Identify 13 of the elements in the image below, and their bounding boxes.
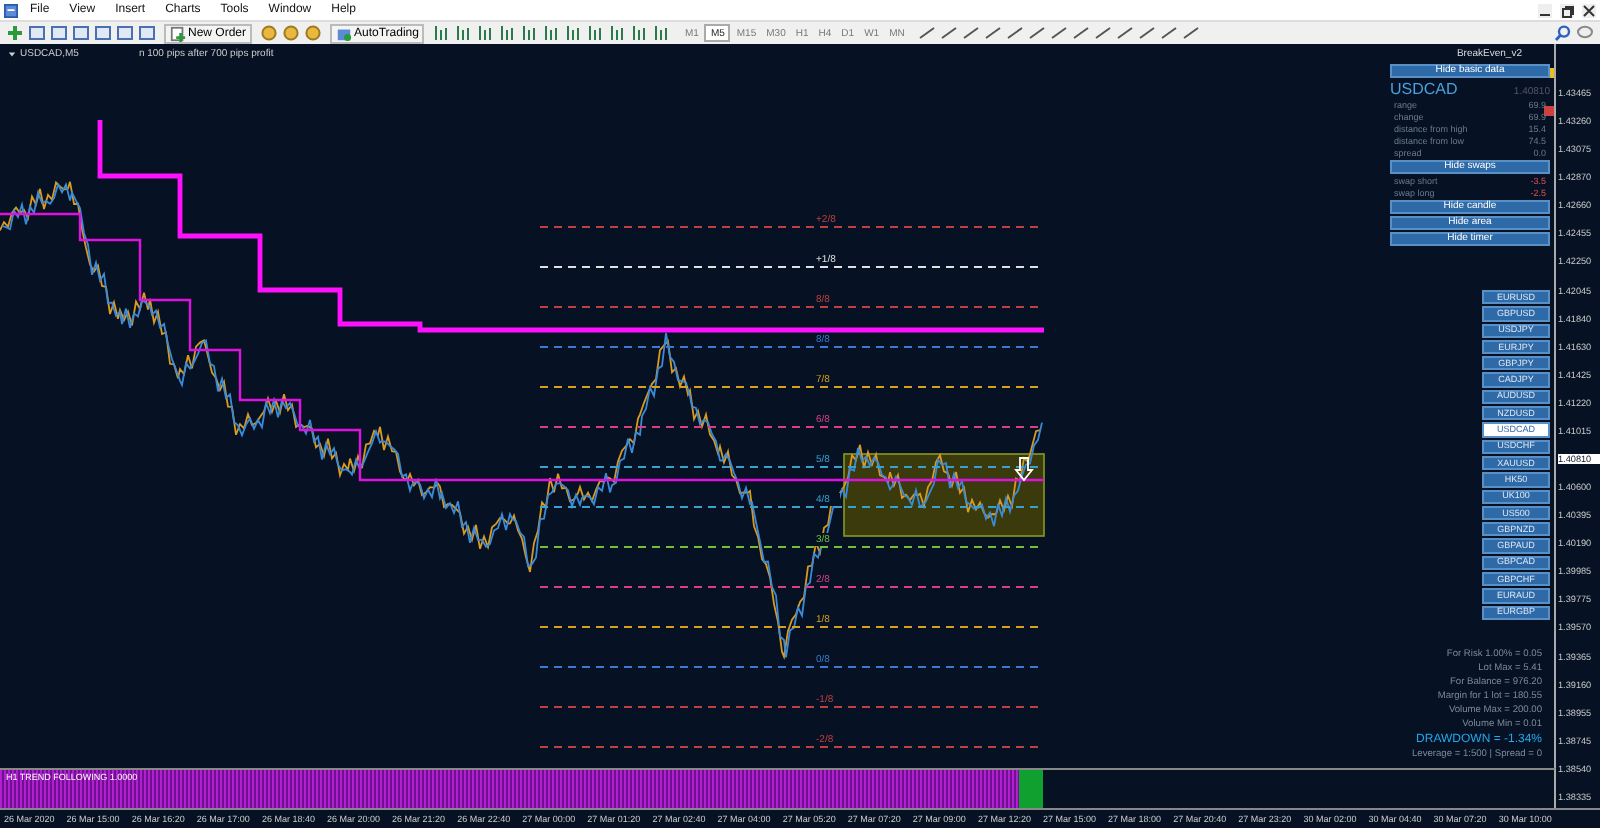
minimize-icon[interactable]: [1538, 3, 1552, 17]
new-chart-icon[interactable]: [6, 24, 24, 42]
caret-icon[interactable]: [8, 50, 16, 58]
restore-icon[interactable]: [1560, 3, 1574, 17]
price-tag: [1544, 106, 1554, 116]
symbol-name: USDCAD: [1390, 80, 1458, 98]
close-icon[interactable]: [1582, 3, 1596, 17]
new-document-icon: [170, 25, 186, 41]
auto-trading-icon: [336, 25, 353, 41]
search-icon[interactable]: [1554, 24, 1572, 42]
trendline-icon[interactable]: [1006, 24, 1025, 42]
arrow-icon: [1014, 457, 1034, 482]
bar-chart-icon[interactable]: [432, 24, 451, 42]
